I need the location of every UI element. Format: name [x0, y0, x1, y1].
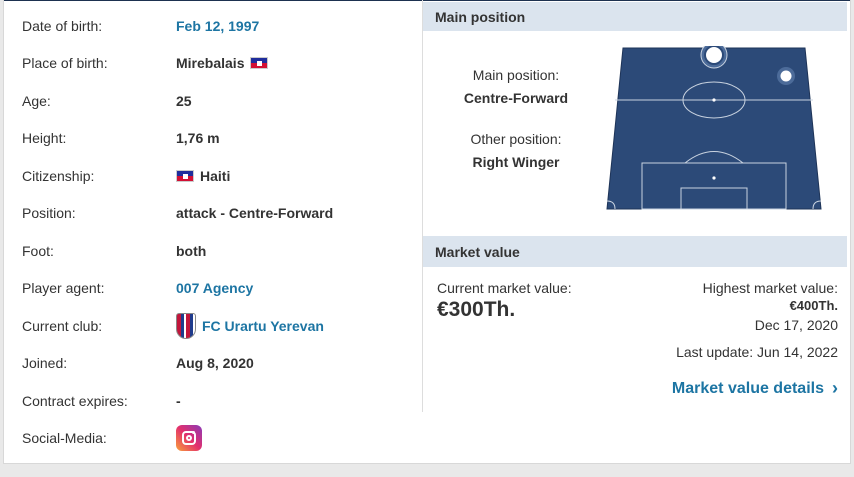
instagram-icon[interactable] — [176, 425, 202, 452]
highest-market-value-date: Dec 17, 2020 — [754, 317, 838, 333]
label-foot: Foot: — [22, 242, 54, 259]
social-media-value — [176, 425, 202, 452]
row-place-of-birth: Place of birth: Mirebalais — [4, 45, 426, 83]
row-foot: Foot: both — [4, 232, 426, 270]
main-position-value: Centre-Forward — [463, 90, 569, 106]
current-market-value: €300Th. — [437, 298, 516, 321]
label-social-media: Social-Media: — [22, 430, 107, 447]
row-position: Position: attack - Centre-Forward — [4, 195, 426, 233]
label-current-club: Current club: — [22, 317, 103, 334]
label-contract-expires: Contract expires: — [22, 392, 128, 409]
main-position-header: Main position — [423, 2, 847, 31]
player-info-table: Date of birth: Feb 12, 1997 Place of bir… — [4, 7, 426, 457]
current-club-value: FC Urartu Yerevan — [176, 312, 324, 339]
pitch-penalty-spot — [712, 176, 716, 180]
highest-market-value: €400Th. — [789, 298, 838, 313]
row-social-media: Social-Media: — [4, 420, 426, 458]
label-citizenship: Citizenship: — [22, 167, 95, 184]
haiti-flag-icon — [176, 169, 194, 182]
age-value: 25 — [176, 92, 192, 109]
label-age: Age: — [22, 92, 51, 109]
chevron-right-icon[interactable]: › — [832, 378, 838, 399]
position-value: attack - Centre-Forward — [176, 205, 334, 222]
row-citizenship: Citizenship: Haiti — [4, 157, 426, 195]
label-date-of-birth: Date of birth: — [22, 17, 103, 34]
main-position-label: Main position: — [472, 67, 560, 83]
label-height: Height: — [22, 130, 67, 147]
position-pitch-diagram — [606, 46, 822, 210]
label-player-agent: Player agent: — [22, 280, 105, 297]
club-crest-icon[interactable] — [176, 312, 196, 339]
market-value-details-label[interactable]: Market value details — [672, 380, 824, 398]
other-position-label: Other position: — [470, 131, 562, 147]
contract-expires-value: - — [176, 392, 181, 409]
foot-value: both — [176, 242, 207, 259]
place-of-birth-value: Mirebalais — [176, 55, 269, 72]
height-value: 1,76 m — [176, 130, 220, 147]
label-position: Position: — [22, 205, 76, 222]
place-of-birth-text: Mirebalais — [176, 55, 245, 72]
market-value-details-link[interactable]: Market value details › — [672, 378, 838, 399]
row-current-club: Current club: FC Urartu Yerevan — [4, 307, 426, 345]
market-value-header: Market value — [423, 236, 847, 267]
current-club-link[interactable]: FC Urartu Yerevan — [202, 318, 324, 334]
top-border — [4, 0, 850, 1]
row-height: Height: 1,76 m — [4, 120, 426, 158]
label-joined: Joined: — [22, 355, 68, 372]
highest-market-value-label: Highest market value: — [702, 280, 838, 296]
column-divider — [422, 0, 423, 412]
row-contract-expires: Contract expires: - — [4, 382, 426, 420]
current-market-value-label: Current market value: — [437, 280, 572, 296]
other-position-value: Right Winger — [472, 154, 560, 170]
citizenship-text: Haiti — [200, 167, 231, 184]
other-position-marker — [780, 70, 792, 82]
label-place-of-birth: Place of birth: — [22, 55, 108, 72]
row-date-of-birth: Date of birth: Feb 12, 1997 — [4, 7, 426, 45]
player-agent-link[interactable]: 007 Agency — [176, 280, 253, 296]
haiti-flag-icon — [250, 57, 269, 70]
pitch-centre-spot — [712, 98, 716, 102]
row-player-agent: Player agent: 007 Agency — [4, 270, 426, 308]
date-of-birth-link[interactable]: Feb 12, 1997 — [176, 18, 259, 34]
row-age: Age: 25 — [4, 82, 426, 120]
row-joined: Joined: Aug 8, 2020 — [4, 345, 426, 383]
last-update-text: Last update: Jun 14, 2022 — [676, 344, 838, 360]
joined-value: Aug 8, 2020 — [176, 355, 254, 372]
citizenship-value: Haiti — [176, 168, 230, 184]
main-position-marker — [704, 46, 724, 65]
